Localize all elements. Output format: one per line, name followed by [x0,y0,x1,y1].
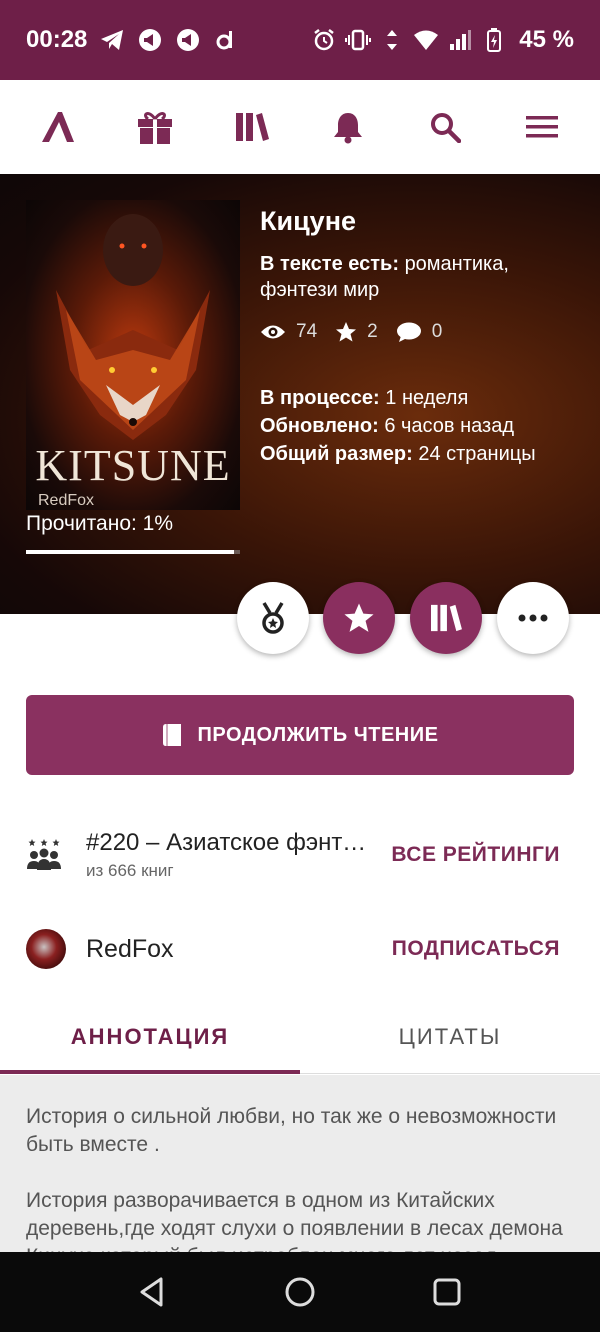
star-icon [336,322,357,342]
battery-icon [481,27,507,53]
annotation-paragraph-1: История о сильной любви, но так же о нев… [26,1105,557,1156]
rating-row: #220 – Азиатское фэнтези из 666 книг ВСЕ… [26,820,574,890]
book-hero: KITSUNE RedFox Прочитано: 1% Кицуне В те… [0,174,600,614]
all-ratings-button[interactable]: ВСЕ РЕЙТИНГИ [391,843,560,867]
recents-nav-icon[interactable] [431,1276,463,1308]
gift-icon [137,112,172,144]
status-label: В процессе: [260,387,380,409]
system-indicators: 45 % [311,26,574,54]
annotation-paragraph-2: История разворачивается в одном из Китай… [26,1189,563,1252]
hamburger-menu-icon [525,116,558,138]
author-name[interactable]: RedFox [86,935,392,964]
star-icon [344,603,374,632]
cover-title-text: KITSUNE [35,441,231,490]
ranking-people-icon [27,839,61,870]
tags-label: В тексте есть: [260,253,399,275]
add-to-library-button[interactable] [410,582,482,654]
size-label: Общий размер: [260,443,413,465]
views-count: 74 [296,321,318,342]
book-icon [162,724,181,746]
home-nav-icon[interactable] [284,1276,316,1308]
stars-count: 2 [367,321,378,342]
bell-icon [334,113,363,144]
annotation-panel: История о сильной любви, но так же о нев… [0,1075,600,1252]
updated-line: Обновлено: 6 часов назад [260,412,580,440]
gift-button[interactable] [125,97,185,157]
continue-reading-label: ПРОДОЛЖИТЬ ЧТЕНИЕ [197,723,439,746]
status-time: 00:28 [26,26,88,53]
alarm-icon [311,27,337,53]
data-transfer-icon [379,27,405,53]
menu-button[interactable] [512,97,572,157]
size-value: 24 страницы [418,443,536,465]
signal-icon [447,27,473,53]
library-button[interactable] [222,97,282,157]
search-button[interactable] [415,97,475,157]
size-line: Общий размер: 24 страницы [260,440,580,468]
rating-total: из 666 книг [86,861,174,880]
notifications-button[interactable] [318,97,378,157]
rating-position: #220 – Азиатское фэнтези [86,829,376,856]
system-navigation-bar [0,1252,600,1332]
wifi-icon [413,27,439,53]
book-stats: 74 2 0 [260,321,580,343]
content-tabs: АННОТАЦИЯ ЦИТАТЫ [0,1000,600,1074]
book-cover[interactable]: KITSUNE RedFox [26,200,240,510]
rate-star-button[interactable] [323,582,395,654]
updated-label: Обновлено: [260,415,379,437]
library-icon [431,604,462,632]
tab-annotation[interactable]: АННОТАЦИЯ [0,1000,300,1074]
battery-percent: 45 % [519,26,574,53]
status-bar: 00:28 45 % [0,0,600,80]
status-line: В процессе: 1 неделя [260,384,580,412]
back-nav-icon[interactable] [137,1276,169,1308]
book-tags: В тексте есть: романтика, фэнтези мир [260,251,580,303]
comment-icon [396,322,421,342]
app-d-icon [213,27,239,53]
telegram-icon [99,27,125,53]
library-icon [235,113,269,141]
award-button[interactable] [237,582,309,654]
continue-reading-button[interactable]: ПРОДОЛЖИТЬ ЧТЕНИЕ [26,695,574,775]
rating-text: #220 – Азиатское фэнтези из 666 книг [86,829,391,881]
author-row: RedFox ПОДПИСАТЬСЯ [26,926,574,972]
notification-icons [99,27,239,53]
book-title: Кицуне [260,206,357,236]
book-meta: В процессе: 1 неделя Обновлено: 6 часов … [260,384,580,468]
megaphone-icon [137,27,163,53]
medal-icon [262,602,284,634]
search-icon [430,113,461,143]
read-progress-label: Прочитано: 1% [26,512,174,535]
subscribe-button[interactable]: ПОДПИСАТЬСЯ [392,937,560,961]
tab-quotes[interactable]: ЦИТАТЫ [300,1000,600,1073]
more-dots-icon [518,614,548,622]
read-progress-bar [26,550,240,554]
megaphone-icon-2 [175,27,201,53]
book-info: Кицуне В тексте есть: романтика, фэнтези… [260,206,580,343]
vibrate-icon [345,27,372,53]
author-avatar[interactable] [26,929,66,969]
updated-value: 6 часов назад [384,415,514,437]
eye-icon [261,325,285,339]
app-toolbar [0,80,600,174]
more-options-button[interactable] [497,582,569,654]
litnet-logo-icon [42,112,75,142]
status-value: 1 неделя [385,387,469,409]
cover-author-text: RedFox [38,492,95,509]
logo-button[interactable] [28,97,88,157]
read-progress-fill [26,550,234,554]
comments-count: 0 [431,321,443,342]
